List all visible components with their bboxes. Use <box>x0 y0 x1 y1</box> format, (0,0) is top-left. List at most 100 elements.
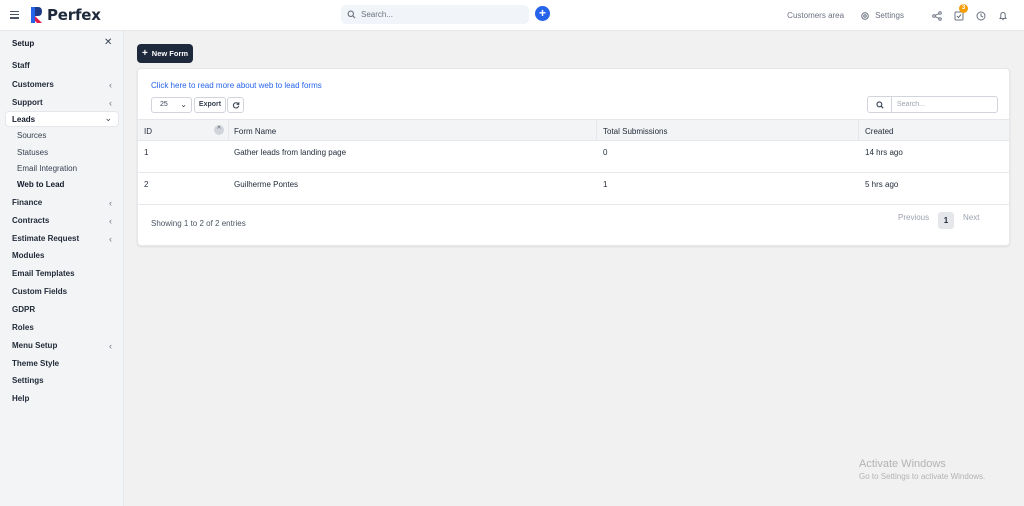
chevron-left-icon: ‹ <box>109 80 112 90</box>
sidebar-item-customers[interactable]: Customers ‹ <box>12 80 116 90</box>
table-info-text: Showing 1 to 2 of 2 entries <box>151 219 246 228</box>
export-button[interactable]: Export <box>194 97 226 113</box>
table-search-input[interactable] <box>892 97 992 112</box>
cell-submissions: 1 <box>603 180 608 189</box>
sidebar-item-label: Contracts <box>12 216 50 225</box>
table-row[interactable]: 2 Guilherme Pontes 1 5 hrs ago <box>138 173 1009 205</box>
clock-icon[interactable] <box>976 11 986 21</box>
search-icon <box>875 100 884 109</box>
settings-label: Settings <box>875 11 904 20</box>
new-form-button[interactable]: + New Form <box>137 44 193 63</box>
column-header-form-name[interactable]: Form Name <box>234 127 276 136</box>
share-icon[interactable] <box>932 10 942 21</box>
table-search-button[interactable] <box>868 97 892 112</box>
cell-form-name[interactable]: Gather leads from landing page <box>234 148 346 157</box>
table-header: ID ^ Form Name Total Submissions Created <box>138 119 1009 141</box>
column-header-total-submissions[interactable]: Total Submissions <box>603 127 667 136</box>
cell-created: 14 hrs ago <box>865 148 903 157</box>
sidebar-title: Setup <box>12 39 35 48</box>
sidebar-item-theme-style[interactable]: Theme Style <box>12 359 116 368</box>
chevron-down-icon: ⌄ <box>180 100 187 109</box>
sidebar-item-label: GDPR <box>12 305 36 314</box>
chevron-left-icon: ‹ <box>109 216 112 226</box>
sidebar-item-label: Customers <box>12 80 54 89</box>
forms-panel: Click here to read more about web to lea… <box>137 68 1010 246</box>
sidebar-item-estimate-request[interactable]: Estimate Request ‹ <box>12 234 116 244</box>
sidebar-subitem-web-to-lead[interactable]: Web to Lead <box>17 180 64 189</box>
global-search[interactable] <box>341 5 529 24</box>
reload-button[interactable] <box>227 97 244 113</box>
sidebar-item-custom-fields[interactable]: Custom Fields <box>12 287 116 296</box>
logo[interactable]: Perfex <box>30 6 101 24</box>
sidebar-item-label: Staff <box>12 61 30 70</box>
pagination-previous[interactable]: Previous <box>898 213 929 222</box>
cell-submissions: 0 <box>603 148 608 157</box>
column-divider <box>858 120 859 141</box>
global-search-input[interactable] <box>361 10 521 19</box>
sidebar-item-gdpr[interactable]: GDPR <box>12 305 116 314</box>
sidebar-item-leads[interactable]: Leads ⌄ <box>5 111 119 127</box>
sidebar-item-label: Support <box>12 98 43 107</box>
chevron-left-icon: ‹ <box>109 98 112 108</box>
sidebar-item-email-templates[interactable]: Email Templates <box>12 269 116 278</box>
sidebar-item-roles[interactable]: Roles <box>12 323 116 332</box>
sidebar-item-help[interactable]: Help <box>12 394 116 403</box>
sidebar-subitem-statuses[interactable]: Statuses <box>17 148 48 157</box>
sidebar-item-menu-setup[interactable]: Menu Setup ‹ <box>12 341 116 351</box>
watermark-title: Activate Windows <box>859 458 946 470</box>
sidebar-item-label: Modules <box>12 251 45 260</box>
settings-link[interactable]: Settings <box>860 11 904 21</box>
column-header-id[interactable]: ID <box>144 127 152 136</box>
sidebar-subitem-sources[interactable]: Sources <box>17 131 46 140</box>
sidebar-item-label: Leads <box>12 115 36 124</box>
chevron-left-icon: ‹ <box>109 341 112 351</box>
tasks-count-badge: 3 <box>959 3 968 13</box>
page-length-value: 25 <box>160 101 168 108</box>
table-row[interactable]: 1 Gather leads from landing page 0 14 hr… <box>138 141 1009 173</box>
sidebar-item-label: Theme Style <box>12 359 60 368</box>
cell-form-name[interactable]: Guilherme Pontes <box>234 180 298 189</box>
quick-create-button[interactable]: + <box>535 6 550 21</box>
close-icon[interactable]: ✕ <box>104 37 112 48</box>
sidebar-item-support[interactable]: Support ‹ <box>12 98 116 108</box>
cell-created: 5 hrs ago <box>865 180 899 189</box>
sidebar-item-modules[interactable]: Modules <box>12 251 116 260</box>
sidebar-item-contracts[interactable]: Contracts ‹ <box>12 216 116 226</box>
main-content: + New Form Click here to read more about… <box>124 31 1024 506</box>
sidebar-item-label: Estimate Request <box>12 234 80 243</box>
web-to-lead-info-link[interactable]: Click here to read more about web to lea… <box>151 81 322 90</box>
new-form-label: New Form <box>151 49 189 58</box>
sidebar-item-label: Settings <box>12 376 44 385</box>
column-divider <box>228 120 229 141</box>
pagination-current-page[interactable]: 1 <box>938 212 954 229</box>
cell-id: 2 <box>144 180 149 189</box>
bell-icon[interactable] <box>998 11 1008 21</box>
watermark-subtitle: Go to Settings to activate Windows. <box>859 472 986 481</box>
column-header-created[interactable]: Created <box>865 127 893 136</box>
sidebar-item-label: Menu Setup <box>12 341 58 350</box>
windows-activation-watermark: Activate Windows Go to Settings to activ… <box>859 458 985 481</box>
page-length-select[interactable]: 25 ⌄ <box>151 97 192 113</box>
sidebar-item-label: Roles <box>12 323 34 332</box>
chevron-left-icon: ‹ <box>109 234 112 244</box>
table-search[interactable] <box>867 96 998 113</box>
sort-ascending-icon[interactable]: ^ <box>214 125 224 135</box>
customers-area-link[interactable]: Customers area <box>787 11 844 20</box>
menu-icon[interactable] <box>10 11 19 19</box>
sidebar-item-label: Finance <box>12 198 43 207</box>
chevron-left-icon: ‹ <box>109 198 112 208</box>
cell-id: 1 <box>144 148 149 157</box>
sidebar-item-finance[interactable]: Finance ‹ <box>12 198 116 208</box>
sidebar-item-label: Custom Fields <box>12 287 68 296</box>
top-bar: Perfex + Customers area Settings 3 <box>0 0 1024 31</box>
sidebar-subitem-email-integration[interactable]: Email Integration <box>17 164 77 173</box>
gear-icon <box>861 11 869 20</box>
plus-icon: + <box>141 48 148 59</box>
sidebar-item-staff[interactable]: Staff <box>12 61 116 70</box>
column-divider <box>596 120 597 141</box>
pagination-next[interactable]: Next <box>963 213 979 222</box>
tasks-button[interactable]: 3 <box>954 3 968 21</box>
sidebar-item-settings[interactable]: Settings <box>12 376 116 385</box>
sidebar-item-label: Email Templates <box>12 269 75 278</box>
perfex-logo-icon <box>31 7 42 23</box>
